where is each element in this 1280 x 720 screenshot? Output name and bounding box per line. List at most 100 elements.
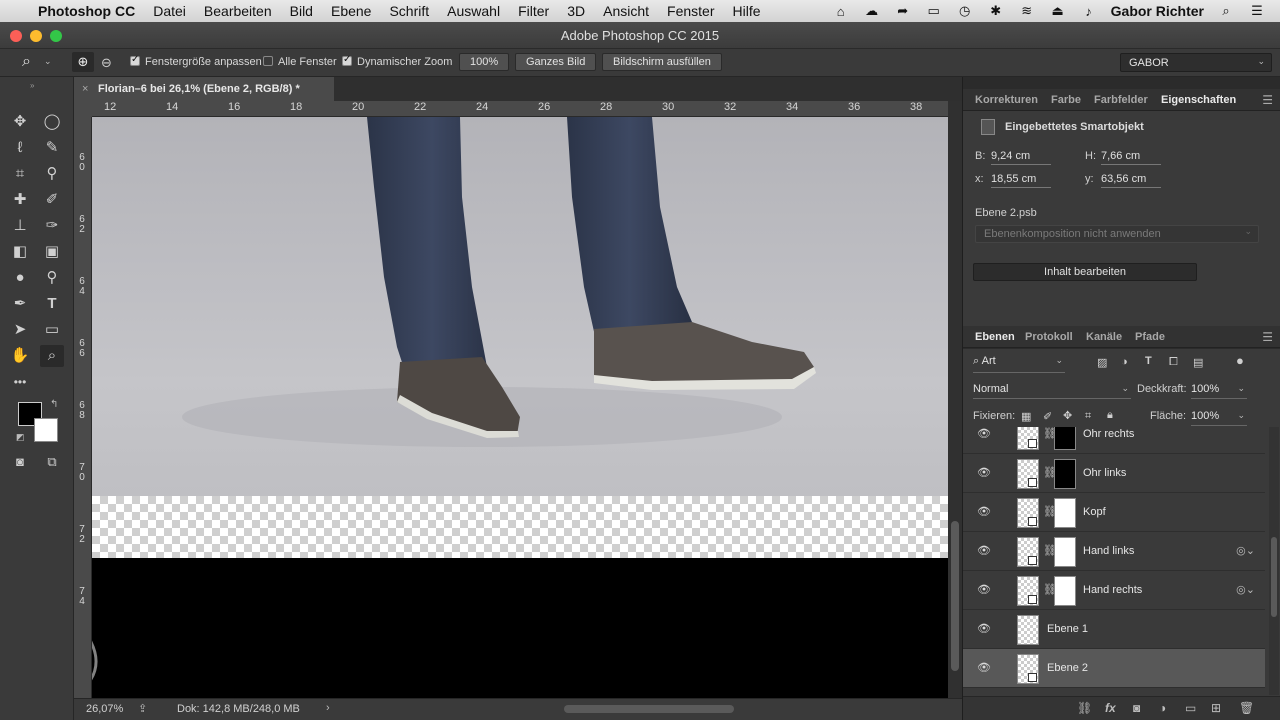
move-tool-icon[interactable]: ✥ [8, 111, 32, 133]
layer-name[interactable]: Ebene 1 [1047, 623, 1088, 635]
new-layer-icon[interactable]: ⊞ [1211, 701, 1221, 715]
swap-colors-icon[interactable]: ↰ [50, 399, 58, 410]
zoom-out-icon[interactable]: ⊖ [101, 55, 112, 71]
eject-icon[interactable]: ⏏ [1049, 3, 1067, 19]
lock-pixels-icon[interactable]: ✐ [1043, 410, 1052, 423]
layer-name[interactable]: Kopf [1083, 506, 1106, 518]
zoom-tool-icon[interactable]: ⌕ [40, 345, 64, 367]
lock-all-icon[interactable]: 🔒︎ [1107, 409, 1113, 422]
opacity-field[interactable]: 100% ⌄ [1191, 383, 1247, 399]
layer-mask-thumbnail[interactable] [1054, 576, 1076, 606]
layer-name[interactable]: Hand rechts [1083, 584, 1142, 596]
clone-stamp-tool-icon[interactable]: ⊥ [8, 215, 32, 237]
zoom-tool-preset-icon[interactable]: ⌕ [22, 53, 31, 71]
trash-icon[interactable]: 🗑︎ [1239, 701, 1254, 715]
tab-protokoll[interactable]: Protokoll [1025, 331, 1073, 343]
cloud-icon[interactable]: ☁ [863, 3, 881, 19]
document-canvas[interactable] [92, 117, 948, 698]
menu-hilfe[interactable]: Hilfe [733, 3, 761, 19]
fill-field[interactable]: 100% ⌄ [1191, 410, 1247, 426]
menu-filter[interactable]: Filter [518, 3, 549, 19]
layer-name[interactable]: Ohr rechts [1083, 428, 1134, 440]
link-layers-icon[interactable]: ⛓︎ [1077, 701, 1092, 715]
eye-icon[interactable]: 👁︎ [977, 466, 991, 479]
tab-ebenen[interactable]: Ebenen [975, 331, 1015, 343]
bluetooth-icon[interactable]: ✱ [987, 3, 1005, 19]
horizontal-ruler[interactable]: 12 14 16 18 20 22 24 26 28 30 32 34 36 3… [92, 101, 948, 117]
layer-mask-thumbnail[interactable] [1054, 459, 1076, 489]
eye-icon[interactable]: 👁︎ [977, 661, 991, 674]
chevron-down-icon[interactable]: ⌄ [44, 56, 52, 67]
new-group-icon[interactable]: ▭ [1185, 701, 1196, 715]
filter-adjustment-icon[interactable]: ◑ [1121, 356, 1128, 368]
layer-mask-thumbnail[interactable] [1054, 537, 1076, 567]
layer-name[interactable]: Hand links [1083, 545, 1134, 557]
fill-screen-button[interactable]: Bildschirm ausfüllen [602, 53, 722, 71]
eye-icon[interactable]: 👁︎ [977, 427, 991, 440]
menu-fenster[interactable]: Fenster [667, 3, 714, 19]
width-field[interactable]: 9,24 cm [991, 150, 1051, 165]
height-field[interactable]: 7,66 cm [1101, 150, 1161, 165]
rectangle-tool-icon[interactable]: ▭ [40, 319, 64, 341]
zoom-level[interactable]: 26,07% [86, 703, 123, 715]
layer-row[interactable]: 👁︎ ⛓︎ Ohr rechts [963, 427, 1265, 454]
volume-icon[interactable]: ♪ [1080, 4, 1098, 19]
eye-icon[interactable]: 👁︎ [977, 544, 991, 557]
share-icon[interactable]: ➦ [894, 3, 912, 19]
tab-eigenschaften[interactable]: Eigenschaften [1161, 94, 1236, 106]
path-selection-tool-icon[interactable]: ➤ [8, 319, 32, 341]
layer-row-selected[interactable]: 👁︎ Ebene 2 [963, 649, 1265, 688]
workspace-select[interactable]: GABOR ⌄ [1120, 53, 1272, 72]
elliptical-marquee-tool-icon[interactable]: ◯ [40, 111, 64, 133]
document-tab[interactable]: × Florian–6 bei 26,1% (Ebene 2, RGB/8) * [74, 77, 334, 101]
blur-tool-icon[interactable]: ● [8, 267, 32, 289]
quick-mask-icon[interactable]: ◙ [8, 451, 32, 473]
lock-position-icon[interactable]: ✥ [1063, 409, 1072, 422]
background-color-swatch[interactable] [34, 418, 58, 442]
panel-menu-icon[interactable]: ☰ [1262, 93, 1273, 107]
filter-pixel-icon[interactable]: ▨ [1097, 356, 1107, 369]
all-windows-checkbox[interactable]: Alle Fenster [263, 56, 337, 68]
more-tools-icon[interactable]: ••• [8, 371, 32, 393]
chevron-right-icon[interactable]: › [326, 702, 330, 714]
hand-tool-icon[interactable]: ✋ [8, 345, 32, 367]
close-icon[interactable]: × [82, 77, 88, 101]
menu-3d[interactable]: 3D [567, 3, 585, 19]
tab-kanaele[interactable]: Kanäle [1086, 331, 1122, 343]
menu-ansicht[interactable]: Ansicht [603, 3, 649, 19]
menu-app-name[interactable]: Photoshop CC [38, 3, 135, 19]
layer-style-fx-icon[interactable]: fx [1105, 701, 1116, 715]
layer-comp-select[interactable]: Ebenenkomposition nicht anwenden ⌄ [975, 225, 1259, 243]
quick-selection-tool-icon[interactable]: ✎ [40, 137, 64, 159]
canvas-horizontal-scrollbar[interactable] [564, 705, 734, 713]
layer-row[interactable]: 👁︎ ⛓︎ Kopf [963, 493, 1265, 532]
notification-center-icon[interactable]: ☰ [1248, 3, 1266, 19]
export-icon[interactable]: ⇪ [138, 702, 147, 715]
menu-ebene[interactable]: Ebene [331, 3, 371, 19]
smart-filter-icon[interactable]: ◎⌄ [1236, 583, 1255, 596]
layer-row[interactable]: 👁︎ ⛓︎ Hand links ◎⌄ [963, 532, 1265, 571]
lock-transparency-icon[interactable]: ▦ [1021, 410, 1031, 423]
edit-contents-button[interactable]: Inhalt bearbeiten [973, 263, 1197, 281]
layer-row[interactable]: 👁︎ ⛓︎ Ohr links [963, 454, 1265, 493]
home-icon[interactable]: ⌂ [832, 4, 850, 19]
layer-row[interactable]: 👁︎ ⛓︎ Hand rechts ◎⌄ [963, 571, 1265, 610]
add-mask-icon[interactable]: ◙ [1133, 701, 1140, 715]
screen-mode-icon[interactable]: ⧉ [40, 451, 64, 473]
canvas-vertical-scrollbar[interactable] [948, 101, 962, 698]
adjustment-layer-icon[interactable]: ◑ [1159, 701, 1166, 715]
gradient-tool-icon[interactable]: ▣ [40, 241, 64, 263]
tab-farbe[interactable]: Farbe [1051, 94, 1081, 106]
history-brush-tool-icon[interactable]: ✑ [40, 215, 64, 237]
healing-brush-tool-icon[interactable]: ✚ [8, 189, 32, 211]
zoom-in-icon[interactable]: ⊕ [72, 52, 94, 72]
ruler-origin[interactable] [74, 101, 92, 117]
collapse-panel-icon[interactable]: » [30, 81, 34, 90]
menu-auswahl[interactable]: Auswahl [447, 3, 500, 19]
fit-screen-button[interactable]: Ganzes Bild [515, 53, 597, 71]
crop-tool-icon[interactable]: ⌗ [8, 163, 32, 185]
layer-mask-thumbnail[interactable] [1054, 498, 1076, 528]
filter-toggle-icon[interactable]: ● [1236, 353, 1244, 368]
menubar-user[interactable]: Gabor Richter [1111, 3, 1204, 19]
scrollbar-thumb[interactable] [1271, 537, 1277, 617]
